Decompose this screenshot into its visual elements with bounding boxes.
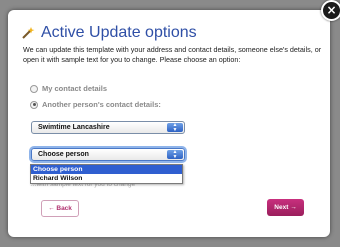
person-select[interactable]: Choose person ▲ ▼ xyxy=(31,148,185,161)
dialog-title: Active Update options xyxy=(41,24,197,41)
select-value: Choose person xyxy=(38,151,89,158)
organisation-select[interactable]: Swimtime Lancashire ▲ ▼ xyxy=(31,121,185,134)
intro-text: We can update this template with your ad… xyxy=(23,45,322,64)
close-icon[interactable]: × xyxy=(321,0,340,21)
dropdown-option[interactable]: Richard Wilson xyxy=(31,174,182,183)
radio-circle[interactable] xyxy=(30,100,38,109)
magic-wand-icon xyxy=(22,27,35,39)
select-value: Swimtime Lancashire xyxy=(38,124,110,131)
person-dropdown-list[interactable]: Choose person Richard Wilson xyxy=(30,164,183,184)
radio-another-person[interactable]: Another person's contact details: xyxy=(30,100,161,109)
updown-arrows-icon: ▲ ▼ xyxy=(167,123,183,132)
dropdown-option[interactable]: Choose person xyxy=(31,165,182,174)
updown-arrows-icon: ▲ ▼ xyxy=(167,150,183,159)
radio-my-contact-details[interactable]: My contact details xyxy=(30,84,107,93)
active-update-dialog: Active Update options We can update this… xyxy=(8,10,330,237)
next-button[interactable]: Next → xyxy=(267,199,304,216)
radio-label: My contact details xyxy=(42,84,108,93)
back-button[interactable]: ← Back xyxy=(41,200,79,217)
radio-label: Another person's contact details: xyxy=(42,100,161,109)
radio-circle[interactable] xyxy=(30,84,38,93)
dialog-header: Active Update options xyxy=(21,23,197,43)
